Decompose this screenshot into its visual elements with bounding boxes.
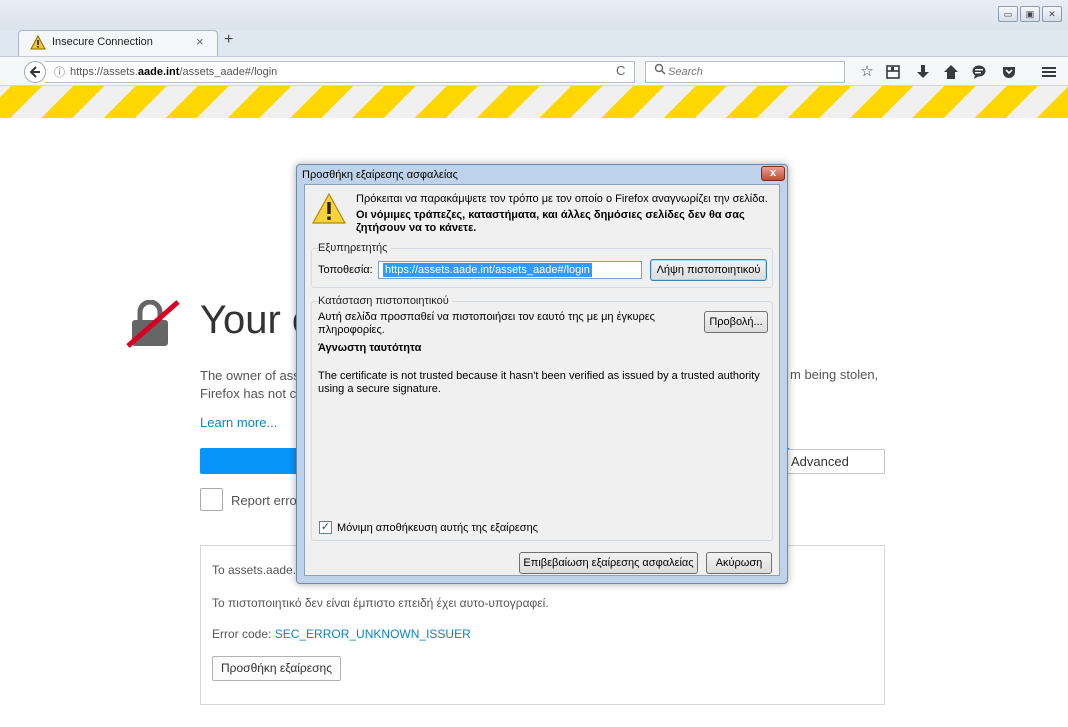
cancel-button[interactable]: Ακύρωση xyxy=(706,552,772,574)
window-controls: ▭ ▣ ✕ xyxy=(998,6,1062,22)
confirm-exception-button[interactable]: Επιβεβαίωση εξαίρεσης ασφαλείας xyxy=(519,552,698,574)
tab-title: Insecure Connection xyxy=(52,36,153,48)
learn-more-link[interactable]: Learn more... xyxy=(200,415,277,430)
download-icon[interactable] xyxy=(914,64,932,80)
new-tab-button[interactable]: + xyxy=(224,31,233,49)
star-icon[interactable]: ☆ xyxy=(858,62,876,80)
back-arrow-icon xyxy=(29,66,40,78)
error-code-link[interactable]: SEC_ERROR_UNKNOWN_ISSUER xyxy=(275,627,471,641)
unknown-identity-label: Άγνωστη ταυτότητα xyxy=(318,342,422,354)
url-text[interactable]: https://assets.aade.int/assets_aade#/log… xyxy=(70,66,277,78)
pocket-icon[interactable] xyxy=(1000,64,1018,80)
home-icon[interactable] xyxy=(942,64,960,80)
chat-icon[interactable] xyxy=(970,64,988,80)
maximize-button[interactable]: ▣ xyxy=(1020,6,1040,22)
report-error-checkbox[interactable] xyxy=(200,488,223,511)
error-code-line: Error code: SEC_ERROR_UNKNOWN_ISSUER xyxy=(212,627,471,641)
search-icon xyxy=(654,63,666,75)
menu-icon[interactable] xyxy=(1040,64,1058,80)
certificate-reason-text: The certificate is not trusted because i… xyxy=(318,370,760,395)
view-certificate-button[interactable]: Προβολή... xyxy=(704,311,768,333)
location-label: Τοποθεσία: xyxy=(318,264,373,276)
bookmarks-icon[interactable] xyxy=(884,64,902,80)
permanent-exception-checkbox[interactable]: ✓ xyxy=(319,521,332,534)
certificate-status-group xyxy=(311,301,773,541)
certificate-status-text: Αυτή σελίδα προσπαθεί να πιστοποιήσει το… xyxy=(318,311,655,336)
warning-icon xyxy=(30,35,46,50)
broken-lock-icon xyxy=(126,300,180,348)
advanced-button[interactable]: Advanced xyxy=(782,449,885,474)
dialog-close-button[interactable]: x xyxy=(761,166,785,181)
tab-close-icon[interactable]: × xyxy=(196,34,204,49)
server-group-label: Εξυπηρετητής xyxy=(318,242,391,254)
certificate-status-label: Κατάσταση πιστοποιητικού xyxy=(318,295,452,307)
error-description-tail: m being stolen, xyxy=(790,367,879,382)
advanced-domain-text: To assets.aade.ir xyxy=(212,563,303,577)
window-titlebar xyxy=(0,0,1068,30)
back-button[interactable] xyxy=(24,61,46,83)
dialog-message: Πρόκειται να παρακάμψετε τον τρόπο με το… xyxy=(356,193,768,205)
report-error-label: Report erro xyxy=(231,493,297,508)
info-icon[interactable]: ⓘ xyxy=(54,64,65,80)
warning-stripe xyxy=(0,86,1068,118)
warning-icon xyxy=(312,193,346,224)
minimize-button[interactable]: ▭ xyxy=(998,6,1018,22)
get-certificate-button[interactable]: Λήψη πιστοποιητικού xyxy=(650,259,767,281)
dialog-title: Προσθήκη εξαίρεσης ασφαλείας xyxy=(302,169,458,181)
advanced-reason-text: Το πιστοποιητικό δεν είναι έμπιστο επειδ… xyxy=(212,596,549,610)
reload-icon[interactable]: C xyxy=(616,63,625,78)
dialog-warning: Οι νόμιμες τράπεζες, καταστήματα, και άλ… xyxy=(356,209,745,234)
permanent-exception-label: Μόνιμη αποθήκευση αυτής της εξαίρεσης xyxy=(337,522,538,534)
add-exception-button[interactable]: Προσθήκη εξαίρεσης xyxy=(212,656,341,681)
close-window-button[interactable]: ✕ xyxy=(1042,6,1062,22)
search-placeholder: Search xyxy=(668,66,703,78)
location-value[interactable]: https://assets.aade.int/assets_aade#/log… xyxy=(383,263,592,277)
